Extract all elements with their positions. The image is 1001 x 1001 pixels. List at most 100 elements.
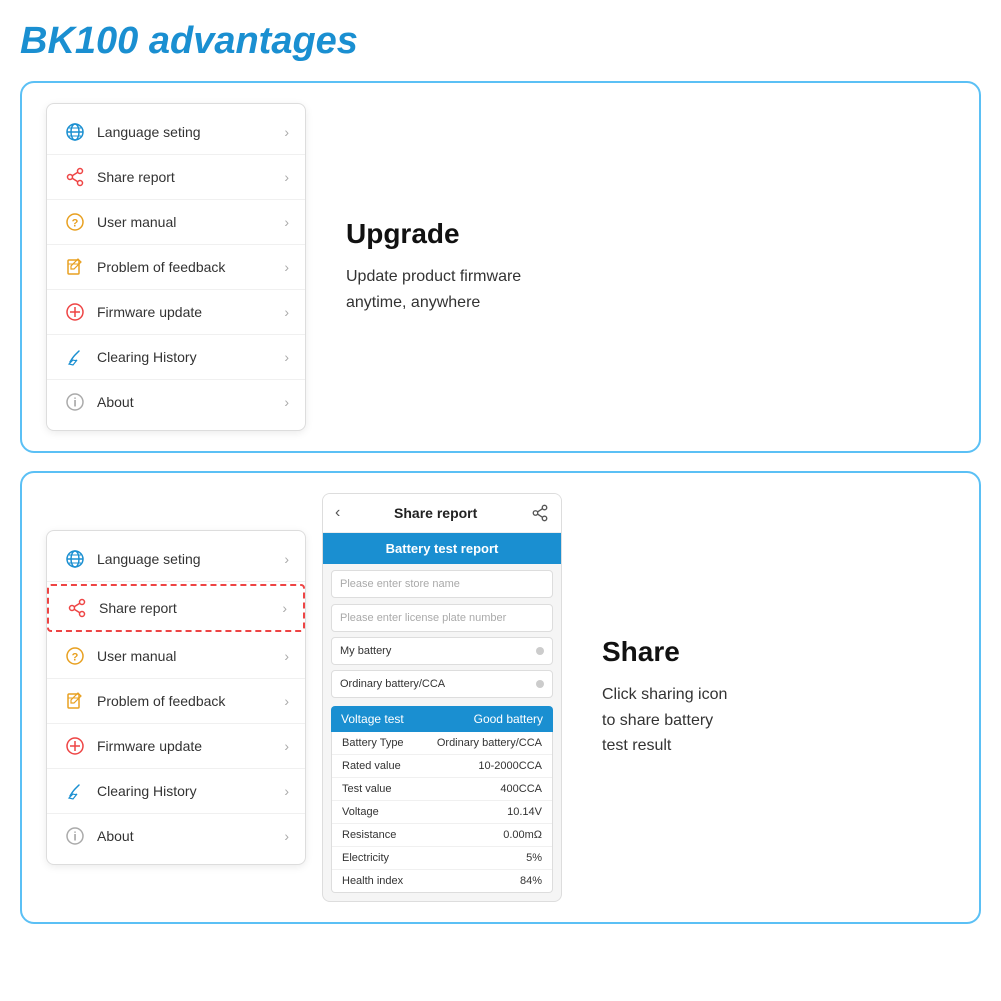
firmware2-icon: [63, 734, 87, 758]
language-arrow: ›: [284, 124, 289, 140]
firmware2-arrow: ›: [284, 738, 289, 754]
screen-battery-select[interactable]: My battery: [331, 637, 553, 665]
share2-label: Share report: [99, 600, 282, 616]
screen-plate-input[interactable]: Please enter license plate number: [331, 604, 553, 632]
about2-label: About: [97, 828, 284, 844]
dashed-share-box: Share report ›: [47, 584, 305, 632]
rated-label: Rated value: [342, 760, 401, 772]
info-icon: i: [63, 390, 87, 414]
share-title: Share: [602, 636, 680, 668]
battery-select-label: My battery: [340, 645, 391, 657]
row-battery-type: Battery Type Ordinary battery/CCA: [332, 732, 552, 755]
manual2-label: User manual: [97, 648, 284, 664]
screen-store-input[interactable]: Please enter store name: [331, 570, 553, 598]
edit-icon: [63, 255, 87, 279]
electricity-label: Electricity: [342, 852, 389, 864]
rated-value: 10-2000CCA: [478, 760, 542, 772]
menu2-item-manual[interactable]: ? User manual ›: [47, 634, 305, 679]
share-report-screen: ‹ Share report Battery test report Pleas…: [322, 493, 562, 902]
battery-type-label: Battery Type: [342, 737, 404, 749]
broom-icon: [63, 345, 87, 369]
about-arrow: ›: [284, 394, 289, 410]
svg-text:i: i: [73, 396, 76, 410]
feedback-label: Problem of feedback: [97, 259, 284, 275]
share-icon: [63, 165, 87, 189]
about-label: About: [97, 394, 284, 410]
screen-header: ‹ Share report: [323, 494, 561, 533]
upgrade-card: Language seting › Share report › ? User …: [20, 81, 981, 453]
manual-arrow: ›: [284, 214, 289, 230]
history-label: Clearing History: [97, 349, 284, 365]
svg-text:?: ?: [72, 652, 79, 664]
upgrade-info: Upgrade Update product firmwareanytime, …: [306, 218, 955, 315]
menu-panel-upgrade: Language seting › Share report › ? User …: [46, 103, 306, 431]
firmware-arrow: ›: [284, 304, 289, 320]
menu-item-language[interactable]: Language seting ›: [47, 110, 305, 155]
ordinary-select-dot: [536, 680, 544, 688]
resistance-value: 0.00mΩ: [503, 829, 542, 841]
manual2-arrow: ›: [284, 648, 289, 664]
menu2-item-feedback[interactable]: Problem of feedback ›: [47, 679, 305, 724]
share-card: Language seting › Share report › ? User …: [20, 471, 981, 924]
health-value: 84%: [520, 875, 542, 887]
upgrade-title: Upgrade: [346, 218, 460, 250]
share-arrow: ›: [284, 169, 289, 185]
menu-item-firmware[interactable]: Firmware update ›: [47, 290, 305, 335]
firmware2-label: Firmware update: [97, 738, 284, 754]
battery-select-dot: [536, 647, 544, 655]
firmware-icon: [63, 300, 87, 324]
language2-arrow: ›: [284, 551, 289, 567]
menu2-item-language[interactable]: Language seting ›: [47, 537, 305, 582]
row-health: Health index 84%: [332, 870, 552, 892]
menu-item-manual[interactable]: ? User manual ›: [47, 200, 305, 245]
svg-text:i: i: [73, 830, 76, 844]
upgrade-desc: Update product firmwareanytime, anywhere: [346, 264, 521, 315]
info2-icon: i: [63, 824, 87, 848]
menu-item-about[interactable]: i About ›: [47, 380, 305, 424]
screen-title: Share report: [340, 505, 531, 521]
row-test-value: Test value 400CCA: [332, 778, 552, 801]
menu-item-share[interactable]: Share report ›: [47, 155, 305, 200]
resistance-label: Resistance: [342, 829, 396, 841]
globe-icon: [63, 120, 87, 144]
row-voltage: Voltage 10.14V: [332, 801, 552, 824]
test-label: Test value: [342, 783, 392, 795]
voltage-test-label: Voltage test: [341, 712, 404, 726]
share-info: Share Click sharing iconto share battery…: [562, 636, 955, 759]
screen-blue-bar: Battery test report: [323, 533, 561, 564]
voltage-value: 10.14V: [507, 806, 542, 818]
question-icon: ?: [63, 210, 87, 234]
screen-test-header: Voltage test Good battery: [331, 706, 553, 732]
share2-arrow: ›: [282, 600, 287, 616]
question2-icon: ?: [63, 644, 87, 668]
electricity-value: 5%: [526, 852, 542, 864]
feedback2-arrow: ›: [284, 693, 289, 709]
feedback2-label: Problem of feedback: [97, 693, 284, 709]
menu2-item-about[interactable]: i About ›: [47, 814, 305, 858]
menu2-item-share[interactable]: Share report ›: [49, 586, 303, 630]
test-value: 400CCA: [500, 783, 542, 795]
language2-label: Language seting: [97, 551, 284, 567]
manual-label: User manual: [97, 214, 284, 230]
svg-text:?: ?: [72, 218, 79, 230]
menu-item-feedback[interactable]: Problem of feedback ›: [47, 245, 305, 290]
feedback-arrow: ›: [284, 259, 289, 275]
row-resistance: Resistance 0.00mΩ: [332, 824, 552, 847]
history-arrow: ›: [284, 349, 289, 365]
screen-data-rows: Battery Type Ordinary battery/CCA Rated …: [331, 732, 553, 893]
screen-share-icon[interactable]: [531, 504, 549, 522]
firmware-label: Firmware update: [97, 304, 284, 320]
menu-item-history[interactable]: Clearing History ›: [47, 335, 305, 380]
language-label: Language seting: [97, 124, 284, 140]
row-electricity: Electricity 5%: [332, 847, 552, 870]
screen-ordinary-select[interactable]: Ordinary battery/CCA: [331, 670, 553, 698]
globe2-icon: [63, 547, 87, 571]
about2-arrow: ›: [284, 828, 289, 844]
health-label: Health index: [342, 875, 403, 887]
page-title: BK100 advantages: [20, 20, 981, 63]
share2-icon: [65, 596, 89, 620]
good-battery-label: Good battery: [474, 712, 543, 726]
share-desc: Click sharing iconto share batterytest r…: [602, 682, 727, 759]
menu2-item-firmware[interactable]: Firmware update ›: [47, 724, 305, 769]
menu2-item-history[interactable]: Clearing History ›: [47, 769, 305, 814]
